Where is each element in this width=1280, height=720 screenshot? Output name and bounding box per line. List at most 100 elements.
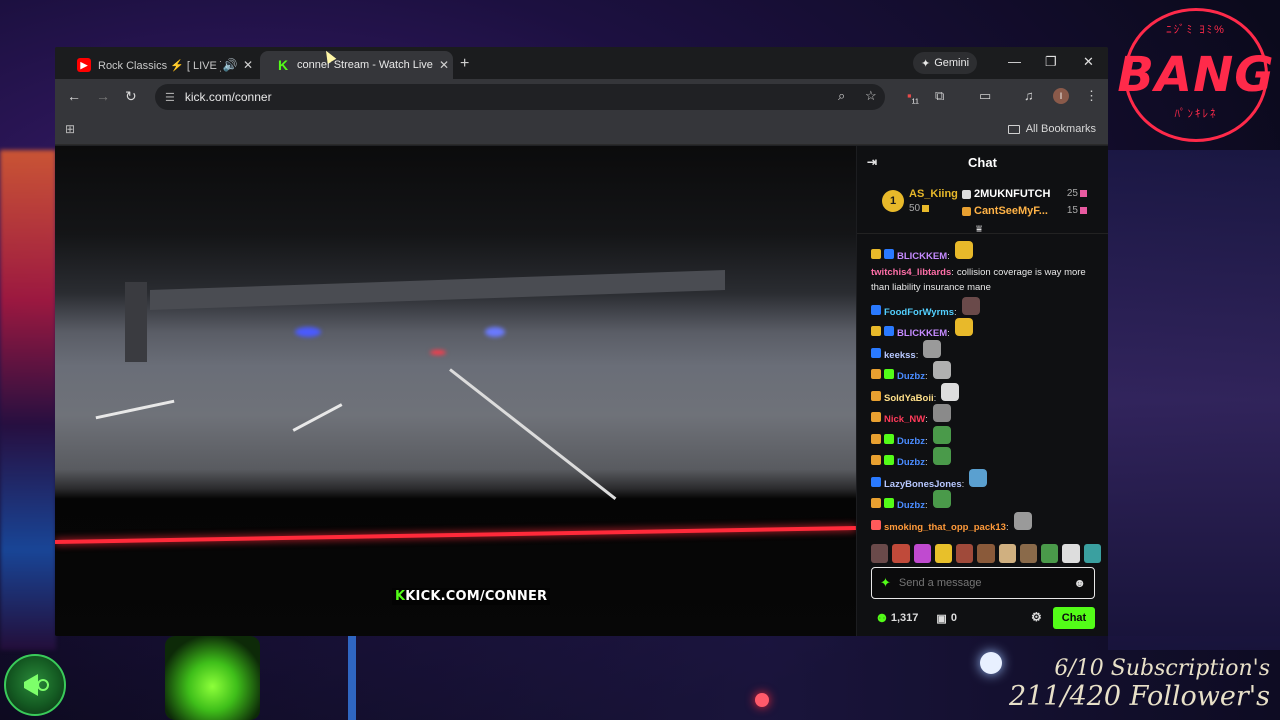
emote-shortcut-icon[interactable]: [956, 544, 974, 563]
extension-badge-icon[interactable]: ▪11: [907, 88, 919, 106]
zoom-icon[interactable]: ⌕: [838, 88, 845, 104]
chat-message: Duzbz:: [871, 425, 1101, 449]
bookmarks-bar: ⊞ All Bookmarks: [55, 115, 1108, 145]
chat-message: Duzbz:: [871, 361, 1101, 384]
chat-send-button[interactable]: Chat: [1053, 607, 1095, 629]
background-street-light: [980, 652, 1002, 674]
video-player[interactable]: KKICK.COM/CONNER: [55, 146, 856, 636]
chat-username[interactable]: keekss: [884, 350, 916, 361]
video-scene-overpass: [150, 269, 725, 311]
close-tab-icon[interactable]: ✕: [435, 58, 453, 72]
emote-icon: [961, 296, 980, 315]
chat-username[interactable]: BLICKKEM: [897, 328, 947, 339]
chat-username[interactable]: Duzbz: [897, 500, 925, 511]
site-info-icon[interactable]: ☰: [165, 91, 175, 104]
all-bookmarks-button[interactable]: All Bookmarks: [1007, 123, 1096, 135]
chat-username[interactable]: Duzbz: [897, 457, 925, 468]
speaker-icon[interactable]: 🔊: [221, 58, 239, 72]
gift-count[interactable]: ▣ 0: [936, 612, 957, 625]
video-scene-lane-dash: [95, 399, 175, 420]
leaderboard-top-name[interactable]: AS_Kiing: [909, 188, 958, 200]
video-scene-lane-line: [449, 368, 617, 500]
emote-icon: [954, 241, 973, 260]
chat-message-input[interactable]: [898, 577, 1074, 589]
youtube-icon: ▶: [77, 58, 91, 72]
emote-shortcut-icon[interactable]: [1041, 544, 1059, 563]
chat-message: Duzbz:: [871, 490, 1101, 513]
gemini-button[interactable]: ✦ Gemini: [913, 52, 977, 74]
chat-footer: ⚉ 1,317 ▣ 0 ⚙ Chat: [871, 607, 1097, 629]
reload-icon[interactable]: ↻: [125, 88, 137, 105]
background-neon-left: [0, 150, 56, 650]
chat-username[interactable]: BLICKKEM: [897, 251, 947, 262]
close-window-icon[interactable]: ✕: [1083, 54, 1094, 70]
chat-colon: :: [947, 251, 950, 263]
emote-shortcut-icon[interactable]: [977, 544, 995, 563]
verified-badge-icon: [884, 326, 894, 337]
scroll-down-icon[interactable]: ⩸: [976, 224, 982, 235]
new-tab-button[interactable]: +: [460, 55, 469, 73]
restore-icon[interactable]: ❐: [1045, 54, 1057, 70]
emote-icon: [923, 339, 942, 358]
chat-message: FoodForWyrms:: [871, 296, 1101, 320]
emote-shortcut-icon[interactable]: [998, 544, 1016, 563]
background-neon-green: [165, 636, 260, 720]
back-icon[interactable]: ←: [67, 88, 81, 104]
chat-username[interactable]: LazyBonesJones: [884, 479, 962, 490]
emote-shortcut-icon[interactable]: [892, 544, 910, 563]
chat-username[interactable]: Duzbz: [897, 371, 925, 382]
emote-shortcut-icon[interactable]: [1083, 544, 1101, 563]
og-badge-icon: [871, 455, 881, 466]
tab-title: Rock Classics ⚡ [ LIVE ] Tim: [98, 59, 221, 72]
extensions-puzzle-icon[interactable]: ⧉: [935, 88, 944, 104]
tab-conner-stream[interactable]: K conner Stream - Watch Live on ✕: [260, 51, 453, 79]
tab-rock-classics[interactable]: ▶ Rock Classics ⚡ [ LIVE ] Tim 🔊 ✕: [61, 51, 257, 79]
emote-shortcut-icon[interactable]: [934, 544, 953, 563]
chat-settings-icon[interactable]: ⚙: [1031, 610, 1042, 624]
chat-colon: :: [924, 457, 928, 469]
og-badge-icon: [871, 412, 881, 423]
chat-username[interactable]: smoking_that_opp_pack13: [884, 522, 1006, 533]
chat-input-box[interactable]: ✦ ☻: [871, 567, 1095, 599]
emoji-picker-icon[interactable]: ☻: [1073, 576, 1086, 590]
emote-shortcut-icon[interactable]: [871, 544, 889, 563]
chat-colon: :: [915, 349, 919, 361]
gift-box-icon: ▣: [936, 612, 947, 625]
verified-badge-icon: [871, 347, 881, 358]
leaderboard-row[interactable]: 2MUKNFUTCH 25: [962, 188, 1087, 200]
emote-shortcut-icon[interactable]: [1062, 544, 1080, 563]
media-control-icon[interactable]: ♫: [1024, 88, 1034, 103]
chat-username[interactable]: SoldYaBoii: [884, 393, 934, 404]
emote-shortcut-icon[interactable]: [1019, 544, 1038, 563]
chat-message: BLICKKEM:: [871, 241, 1101, 264]
minimize-icon[interactable]: —: [1008, 54, 1021, 69]
forward-icon[interactable]: →: [96, 88, 110, 104]
leaderboard-row[interactable]: CantSeeMyF... 15: [962, 205, 1087, 217]
menu-kebab-icon[interactable]: ⋮: [1085, 88, 1098, 104]
close-tab-icon[interactable]: ✕: [239, 58, 257, 72]
crown-badge-icon: [871, 249, 881, 260]
chat-username[interactable]: FoodForWyrms: [884, 307, 954, 318]
chat-messages: BLICKKEM: twitchis4_libtards: collision co…: [871, 241, 1101, 534]
address-bar[interactable]: ☰ kick.com/conner: [155, 84, 885, 110]
bookmark-star-icon[interactable]: ☆: [865, 88, 877, 104]
leaderboard-name: 2MUKNFUTCH: [974, 188, 1051, 200]
chat-username[interactable]: Duzbz: [897, 436, 925, 447]
chat-username[interactable]: Nick_NW: [884, 414, 925, 425]
emote-icon: [932, 490, 951, 509]
apps-grid-icon[interactable]: ⊞: [65, 122, 75, 136]
sub-badge-icon: [884, 455, 894, 466]
emote-shortcut-icon[interactable]: [913, 544, 931, 563]
extension-badge-count: 11: [911, 98, 919, 106]
chat-username[interactable]: twitchis4_libtards: [871, 267, 951, 278]
cast-icon[interactable]: ▭: [979, 88, 991, 104]
chat-message: Duzbz:: [871, 447, 1101, 470]
kick-watermark: KKICK.COM/CONNER: [392, 588, 551, 605]
chat-message: LazyBonesJones:: [871, 468, 1101, 492]
logo-ring-text-bottom: ﾊﾟﾝｷﾚﾈ: [1174, 108, 1218, 120]
profile-avatar[interactable]: I: [1053, 88, 1069, 104]
subscription-goal: 6/10 Subscription's: [1054, 656, 1270, 681]
video-scene-pillar: [125, 282, 147, 362]
sparkle-icon[interactable]: ✦: [880, 575, 891, 591]
collapse-chat-icon[interactable]: ⇥: [867, 155, 877, 169]
